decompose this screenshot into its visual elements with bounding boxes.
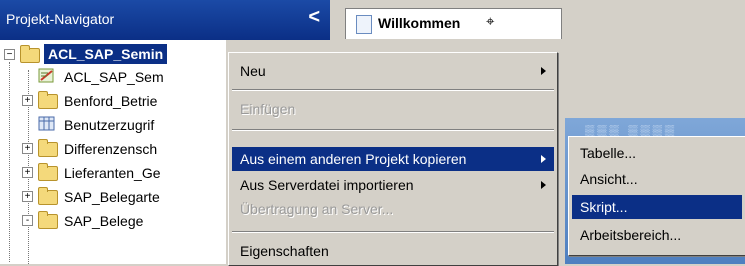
folder-icon <box>38 187 58 205</box>
menu-item-einfuegen: Einfügen <box>232 97 554 121</box>
tree-item-label: Differenzensch <box>64 141 158 157</box>
navigator-title: Projekt-Navigator <box>6 11 115 27</box>
copy-submenu: Tabelle... Ansicht... Skript... Arbeitsb… <box>568 136 745 256</box>
folder-icon <box>38 91 58 109</box>
document-icon <box>356 15 372 34</box>
expand-toggle[interactable]: + <box>22 95 33 106</box>
menu-item-label: Skript... <box>580 199 628 215</box>
submenu-arrow-icon <box>541 181 546 189</box>
folder-open-icon <box>20 45 40 63</box>
submenu-item-skript[interactable]: Skript... <box>572 195 742 219</box>
menu-item-label: Eigenschaften <box>240 243 329 259</box>
expand-toggle[interactable]: + <box>22 167 33 178</box>
submenu-arrow-icon <box>541 155 546 163</box>
tab-bar: Willkommen ⌖ <box>340 0 745 40</box>
tab-willkommen[interactable]: Willkommen ⌖ <box>345 8 562 39</box>
tree-root-label: ACL_SAP_Semin <box>44 44 168 64</box>
submenu-item-ansicht[interactable]: Ansicht... <box>572 167 742 191</box>
menu-item-label: Aus einem anderen Projekt kopieren <box>240 151 467 167</box>
tree-item-label: Benutzerzugrif <box>64 117 155 133</box>
tab-label: Willkommen <box>378 15 461 31</box>
submenu-arrow-icon <box>541 67 546 75</box>
submenu-item-arbeitsbereich[interactable]: Arbeitsbereich... <box>572 223 742 247</box>
pin-icon[interactable]: ⌖ <box>486 13 494 30</box>
project-tree[interactable]: − ACL_SAP_Semin ACL_SAP_Sem + Benford_Be… <box>0 40 226 264</box>
menu-item-label: Einfügen <box>240 101 296 117</box>
collapse-toggle[interactable]: − <box>4 49 15 60</box>
expand-toggle[interactable]: + <box>22 143 33 154</box>
tree-item-label: Benford_Betrie <box>64 93 158 109</box>
menu-separator <box>232 231 554 233</box>
menu-separator <box>232 89 554 91</box>
script-icon <box>38 68 58 84</box>
menu-item-label: Ansicht... <box>580 171 638 187</box>
tree-item-label: SAP_Belege <box>64 213 144 229</box>
menu-item-neu[interactable]: Neu <box>232 59 554 83</box>
menu-item-label: Neu <box>240 63 266 79</box>
tree-root-item[interactable]: − ACL_SAP_Semin <box>0 44 226 66</box>
expand-toggle[interactable]: + <box>22 191 33 202</box>
menu-item-aus-projekt-kopieren[interactable]: Aus einem anderen Projekt kopieren <box>232 147 554 171</box>
folder-icon <box>38 139 58 157</box>
menu-item-label: Übertragung an Server... <box>240 201 394 217</box>
navigator-header: Projekt-Navigator < <box>0 0 330 40</box>
menu-item-label: Arbeitsbereich... <box>580 227 682 243</box>
tree-item-label: SAP_Belegarte <box>64 189 160 205</box>
menu-item-uebertragung-an-server: Übertragung an Server... <box>232 197 554 221</box>
collapse-navigator-button[interactable]: < <box>308 6 320 29</box>
submenu-item-tabelle[interactable]: Tabelle... <box>572 141 742 165</box>
menu-item-aus-serverdatei-importieren[interactable]: Aus Serverdatei importieren <box>232 173 554 197</box>
tree-guide-line <box>9 62 10 262</box>
tree-item-label: Lieferanten_Ge <box>64 165 161 181</box>
menu-item-eigenschaften[interactable]: Eigenschaften <box>232 239 554 263</box>
context-menu: Neu Einfügen Aus einem anderen Projekt k… <box>228 52 558 266</box>
folder-icon <box>38 163 58 181</box>
table-icon <box>38 116 58 132</box>
folder-open-icon <box>38 211 58 229</box>
menu-item-label: Aus Serverdatei importieren <box>240 177 414 193</box>
menu-separator <box>232 129 554 131</box>
collapse-toggle[interactable]: - <box>22 215 33 226</box>
tree-item-label: ACL_SAP_Sem <box>64 69 164 85</box>
menu-item-label: Tabelle... <box>580 145 637 161</box>
